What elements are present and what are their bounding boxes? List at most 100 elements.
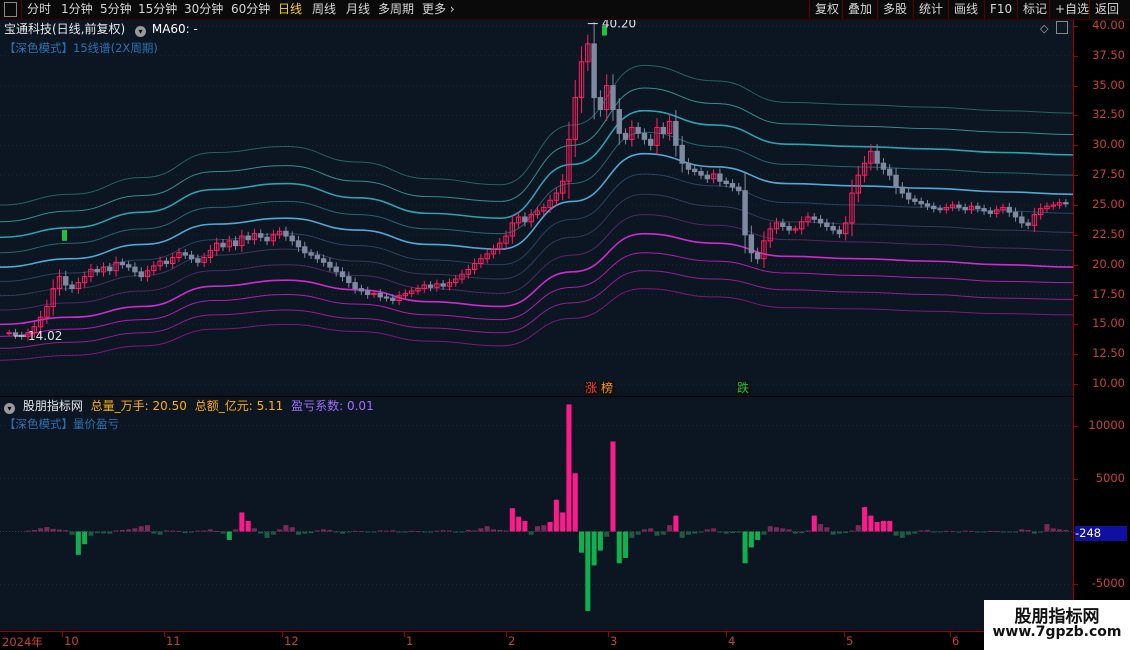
- volume-bar: [723, 531, 729, 534]
- volume-bar: [1000, 531, 1006, 533]
- toolbar-item-2[interactable]: 5分钟: [100, 1, 132, 18]
- volume-bar: [1063, 529, 1069, 532]
- diamond-icon[interactable]: ◇: [1040, 22, 1048, 35]
- toolbar-right-item-1[interactable]: 叠加: [848, 1, 872, 18]
- toolbar-right-item-7[interactable]: +自选: [1055, 1, 1089, 18]
- indicator-coef: 盈亏系数: 0.01: [291, 399, 374, 413]
- volume-bar: [201, 530, 207, 532]
- volume-bar: [704, 529, 710, 532]
- toolbar-right-item-3[interactable]: 统计: [919, 1, 943, 18]
- marker-1: 榜: [601, 380, 613, 395]
- volume-bar: [75, 531, 81, 555]
- candle-body: [635, 126, 641, 134]
- price-tick-label: 27.50: [1092, 167, 1125, 182]
- candle-body: [346, 276, 352, 284]
- spectrum-band-5: [0, 214, 1073, 311]
- panel-maximize-icon[interactable]: [1056, 21, 1068, 34]
- toolbar-right-item-4[interactable]: 画线: [954, 1, 978, 18]
- toolbar-item-9[interactable]: 多周期: [378, 1, 414, 18]
- toolbar-item-5[interactable]: 60分钟: [231, 1, 270, 18]
- indicator-tick-label: 10000: [1088, 417, 1125, 432]
- candle-body: [358, 288, 365, 292]
- indicator-canvas: [0, 404, 1073, 611]
- candle-body: [119, 261, 126, 266]
- candle-body: [390, 297, 396, 302]
- date-tick: [62, 632, 63, 637]
- volume-bar: [88, 531, 94, 536]
- toolbar-item-8[interactable]: 月线: [346, 1, 370, 18]
- date-tick: [404, 632, 405, 637]
- toolbar-right-item-5[interactable]: F10: [990, 1, 1012, 18]
- marker-2: 跌: [737, 380, 749, 395]
- volume-bar: [767, 526, 773, 532]
- chevron-down-icon[interactable]: ▾: [4, 403, 15, 414]
- toolbar-item-6[interactable]: 日线: [278, 1, 302, 18]
- spectrum-band-2: [0, 270, 1073, 349]
- toolbar-item-1[interactable]: 1分钟: [61, 1, 93, 18]
- volume-bar: [912, 531, 918, 534]
- volume-bar: [365, 531, 371, 533]
- volume-bar: [717, 531, 723, 533]
- toolbar-item-10[interactable]: 更多: [422, 1, 455, 18]
- toolbar-right-item-0[interactable]: 复权: [815, 1, 839, 18]
- indicator-panel[interactable]: ▾ 股朋指标网 总量_万手: 20.50 总额_亿元: 5.11 盈亏系数: 0…: [0, 397, 1073, 630]
- candle-body: [289, 235, 295, 242]
- candlestick-panel[interactable]: 40.20 14.02 涨榜 跌 宝通科技(日线,前复权) ▾ MA60: - 【深色…: [0, 20, 1073, 396]
- candle-body: [1025, 222, 1031, 226]
- candle-body: [937, 208, 943, 211]
- price-tick-label: 17.50: [1092, 286, 1125, 301]
- date-label-8: 5: [846, 634, 854, 648]
- volume-bar: [440, 530, 446, 532]
- candle-body: [824, 222, 830, 228]
- candle-body: [874, 150, 880, 164]
- volume-bar: [283, 525, 289, 532]
- volume-bar: [811, 515, 817, 532]
- chevron-down-icon[interactable]: ▾: [135, 26, 147, 37]
- candle-body: [320, 258, 327, 263]
- price-tick: [1074, 324, 1078, 326]
- volume-bar: [377, 530, 383, 532]
- date-tick: [950, 632, 951, 637]
- candle-body: [836, 229, 843, 235]
- price-tick: [1074, 354, 1078, 356]
- toolbar-item-0[interactable]: 分时: [27, 1, 51, 18]
- price-tick: [1074, 205, 1078, 207]
- toolbar-right-item-8[interactable]: 返回: [1095, 1, 1119, 18]
- candle-body: [302, 246, 308, 254]
- toolbar-separator: [984, 0, 985, 19]
- volume-bar: [648, 528, 654, 532]
- volume-bar: [25, 530, 31, 532]
- candle-body: [63, 276, 69, 286]
- candle-body: [220, 242, 226, 248]
- toolbar-right-item-6[interactable]: 标记: [1023, 1, 1047, 18]
- candle-body: [830, 226, 836, 231]
- stock-title[interactable]: 宝通科技(日线,前复权): [4, 22, 125, 36]
- volume-bar: [616, 531, 622, 564]
- toolbar-item-4[interactable]: 30分钟: [184, 1, 223, 18]
- volume-bar: [465, 529, 471, 532]
- price-tick-label: 25.00: [1092, 197, 1125, 212]
- toolbar-separator: [21, 0, 22, 19]
- main-header: 宝通科技(日线,前复权) ▾ MA60: -: [4, 22, 198, 37]
- price-tick-label: 15.00: [1092, 316, 1125, 331]
- toolbar-right-item-2[interactable]: 多股: [883, 1, 907, 18]
- panel-toggle-icon[interactable]: [4, 2, 17, 17]
- toolbar-item-3[interactable]: 15分钟: [138, 1, 177, 18]
- volume-bar: [308, 531, 314, 534]
- candle-body: [685, 162, 692, 170]
- candle-body: [905, 192, 912, 200]
- toolbar-separator: [1017, 0, 1018, 19]
- volume-bar: [472, 530, 478, 532]
- volume-bar: [792, 531, 798, 534]
- candle-body: [622, 132, 629, 140]
- volume-bar: [968, 530, 975, 532]
- indicator-title[interactable]: 股朋指标网: [23, 399, 83, 413]
- volume-bar: [843, 531, 849, 534]
- volume-bar: [761, 531, 767, 535]
- volume-bar: [100, 531, 107, 534]
- price-tick: [1074, 234, 1078, 236]
- main-subtitle: 【深色模式】15线谱(2X周期): [4, 41, 158, 55]
- candle-body: [125, 264, 132, 268]
- volume-bar: [560, 512, 566, 532]
- toolbar-item-7[interactable]: 周线: [312, 1, 336, 18]
